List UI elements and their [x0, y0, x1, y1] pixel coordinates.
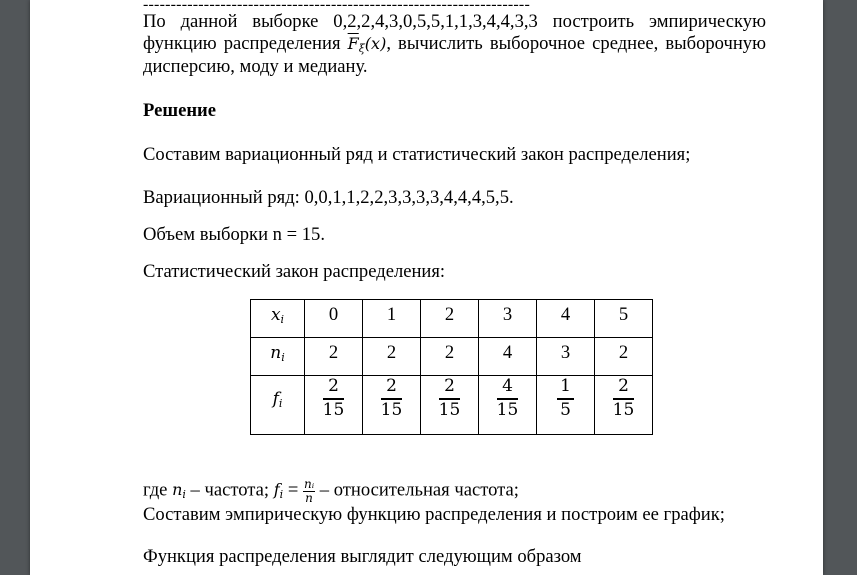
problem-line-3: дисперсию, моду и медиану.: [143, 56, 368, 77]
para-compose: Составим вариационный ряд и статистическ…: [143, 144, 691, 165]
f-i-symbol: fi: [273, 480, 284, 502]
solution-heading: Решение: [143, 100, 216, 121]
table-cell: 2: [594, 337, 653, 376]
table-cell: 0: [304, 299, 363, 338]
empirical-function-symbol: Fξ(x): [347, 34, 387, 55]
table-row-n: ni 2 2 2 4 3 2: [250, 337, 653, 376]
para-sample-size: Объем выборки n = 15.: [143, 224, 325, 245]
table-cell: 4: [478, 337, 537, 376]
table-cell: 4: [536, 299, 595, 338]
row-header-n: ni: [250, 337, 305, 376]
relative-frequency-fraction: nᵢ n: [302, 477, 316, 505]
para-build: Составим эмпирическую функцию распределе…: [143, 504, 725, 525]
table-cell-fraction: 2 15: [362, 375, 421, 435]
para-function: Функция распределения выглядит следующим…: [143, 546, 582, 567]
n-i-symbol: ni: [172, 480, 186, 502]
table-cell: 2: [420, 299, 479, 338]
table-cell-fraction: 2 15: [594, 375, 653, 435]
table-cell: 3: [536, 337, 595, 376]
table-cell: 5: [594, 299, 653, 338]
problem-line-1: По данной выборке 0,2,2,4,3,0,5,5,1,1,3,…: [143, 11, 766, 32]
table-cell: 2: [304, 337, 363, 376]
document-page: ----------------------------------------…: [30, 0, 823, 575]
table-cell: 2: [362, 337, 421, 376]
table-cell-fraction: 2 15: [420, 375, 479, 435]
para-variation-series: Вариационный ряд: 0,0,1,1,2,2,3,3,3,3,4,…: [143, 187, 514, 208]
table-cell: 2: [420, 337, 479, 376]
distribution-table: xi 0 1 2 3 4 5 ni 2 2 2 4 3 2 fi 2 15 2 15…: [250, 299, 653, 435]
problem-line-2-rest: , вычислить выборочное среднее, выборочн…: [386, 33, 766, 54]
problem-line-2-text: функцию распределения: [143, 33, 348, 54]
table-row-f: fi 2 15 2 15 2 15 4 15 15 2 15: [250, 375, 653, 435]
table-row-x: xi 0 1 2 3 4 5: [250, 299, 653, 338]
table-cell-fraction: 4 15: [478, 375, 537, 435]
legend-line: где ni – частота; fi = nᵢ n – относительн…: [143, 477, 519, 505]
row-header-x: xi: [250, 299, 305, 338]
table-cell-fraction: 2 15: [304, 375, 363, 435]
table-cell: 1: [362, 299, 421, 338]
table-cell: 3: [478, 299, 537, 338]
row-header-f: fi: [250, 375, 305, 435]
para-stat-law: Статистический закон распределения:: [143, 261, 446, 282]
table-cell-fraction: 15: [536, 375, 595, 435]
